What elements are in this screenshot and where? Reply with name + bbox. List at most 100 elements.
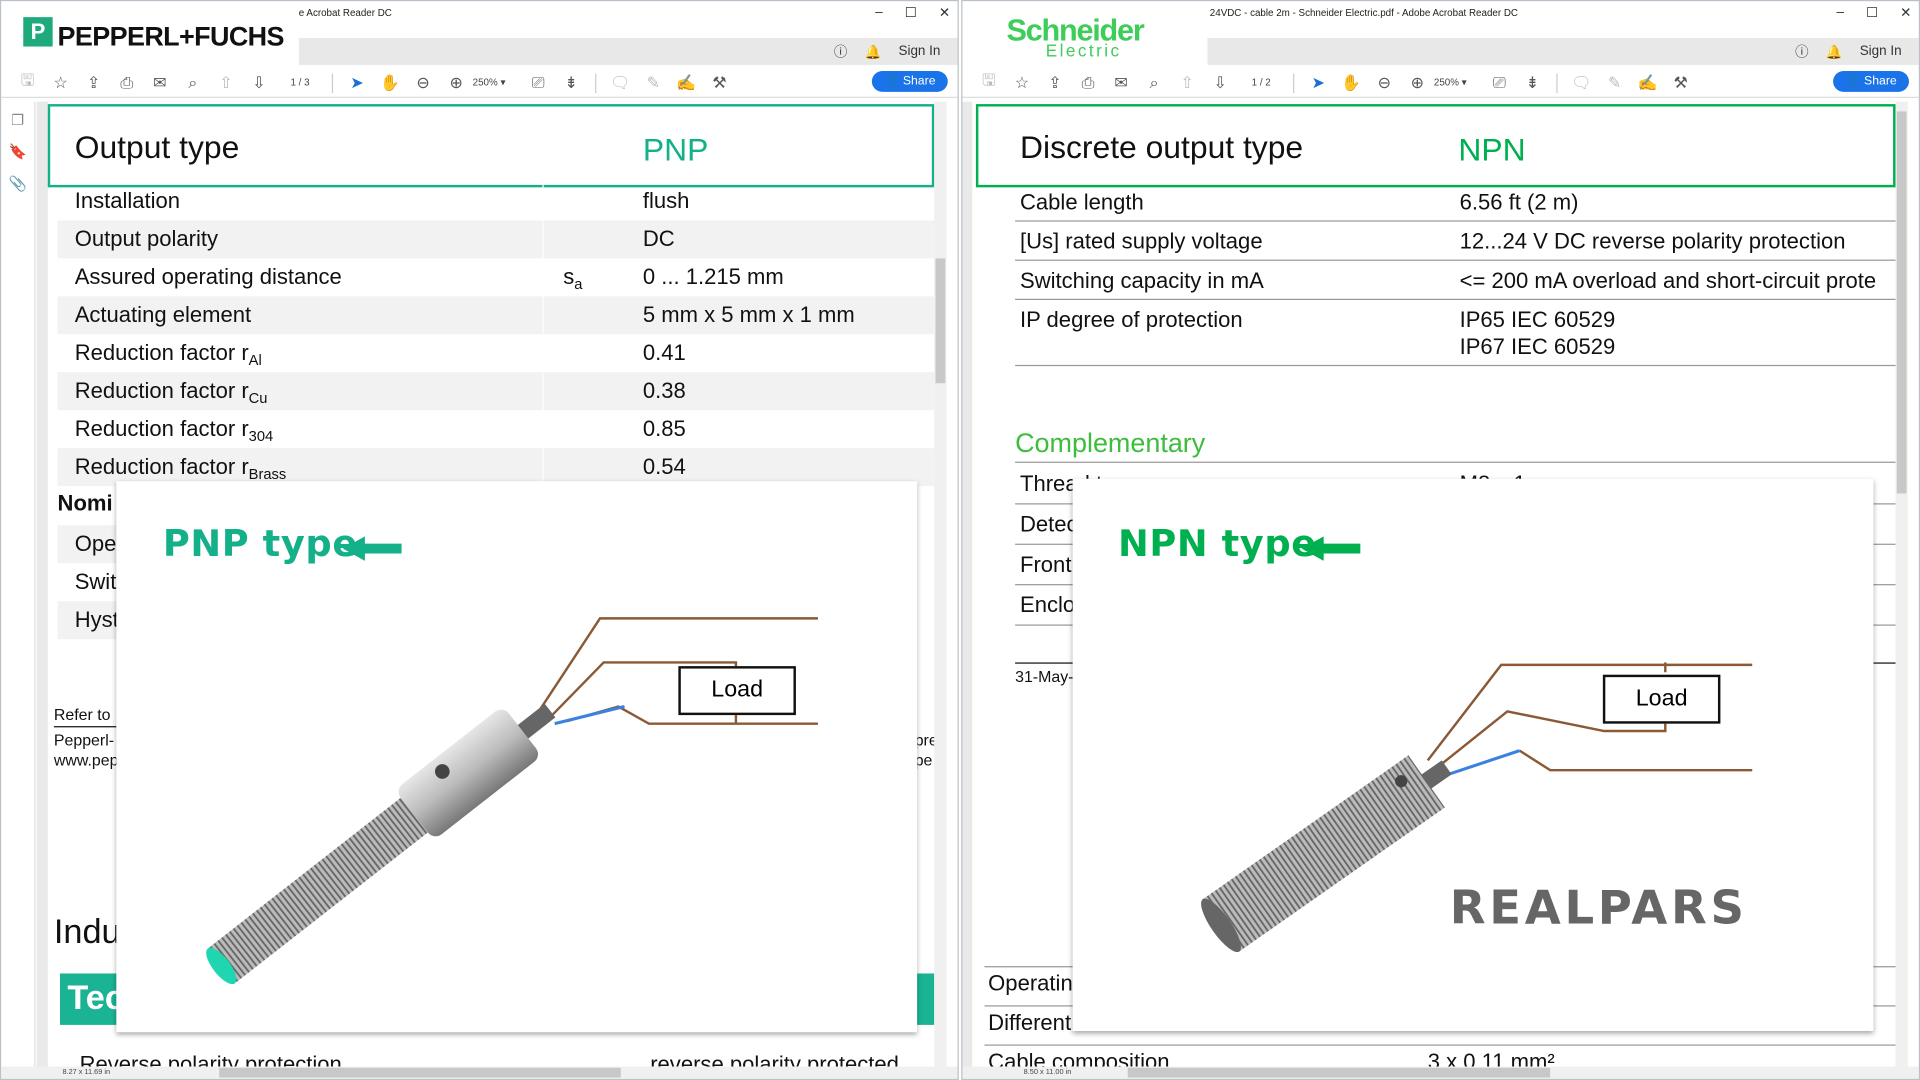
zoom-in-icon[interactable]: ⊕ [440,73,473,93]
page-current[interactable]: 1 [1252,77,1257,88]
date-text: 31-May- [1015,667,1074,686]
logo-subtext: Electric [1045,40,1122,61]
vertical-scrollbar[interactable] [1895,101,1908,1067]
divider [984,1044,1896,1046]
help-icon[interactable]: ⓘ [1795,42,1808,62]
select-cursor-icon[interactable]: ➤ [1302,73,1335,93]
row-value: DC [642,226,675,252]
email-icon[interactable]: ✉ [1104,73,1137,93]
comment-icon[interactable]: 🗨 [604,73,637,93]
search-icon[interactable]: ⌕ [1138,73,1171,93]
bookmark-icon[interactable]: 🔖 [9,143,27,160]
bell-icon[interactable]: 🔔 [1826,43,1843,60]
print-icon[interactable]: ⎙ [1071,73,1104,93]
upload-icon[interactable]: ⇪ [1038,73,1071,93]
zoom-select[interactable]: 250% ▾ [473,77,522,88]
sign-icon[interactable]: ✍ [1631,73,1664,93]
page-size: 8.27 x 11.69 in [62,1068,111,1077]
attachment-icon[interactable]: 📎 [9,175,27,192]
maximize-button[interactable]: ☐ [1866,5,1878,21]
status-bar: 8.50 x 11.00 in [962,1066,1919,1079]
fit-page-icon[interactable]: ⎚ [1483,73,1516,93]
horizontal-scroll-thumb[interactable] [219,1067,621,1078]
email-icon[interactable]: ✉ [143,73,176,93]
header-value: PNP [642,131,709,168]
divider [1293,72,1295,93]
sign-in-link[interactable]: Sign In [898,44,940,59]
company-url: www.pep [53,750,119,769]
scroll-thumb[interactable] [935,258,946,384]
minimize-button[interactable]: – [1836,5,1844,21]
page-indicator[interactable]: 1 / 2 [1237,77,1286,88]
table-row: Reduction factor r304 0.85 [58,410,935,449]
tools-icon[interactable]: ⚒ [1664,73,1697,93]
row-value: flush [642,188,690,214]
select-cursor-icon[interactable]: ➤ [340,73,373,93]
share-button[interactable]: 👤 Share [871,71,948,92]
row-label: Ope [74,531,117,556]
scroll-mode-icon[interactable]: ⇟ [1516,73,1549,93]
hand-icon[interactable]: ✋ [1335,73,1368,93]
row-value: reverse polarity protected [650,1051,899,1067]
page-indicator[interactable]: 1 / 3 [276,77,325,88]
table-row: Reduction factor rAl 0.41 [58,334,935,373]
row-value: 6.56 ft (2 m) [1459,189,1579,215]
sign-icon[interactable]: ✍ [670,73,703,93]
status-bar: 8.27 x 11.69 in [1,1066,958,1079]
bell-icon[interactable]: 🔔 [865,43,882,60]
minimize-button[interactable]: – [875,5,883,21]
row-label: Switching capacity in mA [1020,268,1264,293]
highlight-icon[interactable]: ✎ [1598,73,1631,93]
zoom-in-icon[interactable]: ⊕ [1401,73,1434,93]
page-current[interactable]: 1 [290,77,295,88]
comment-icon[interactable]: 🗨 [1565,73,1598,93]
maximize-button[interactable]: ☐ [905,5,917,21]
pf-logo-mark: P [23,17,53,47]
next-page-icon[interactable]: ⇩ [1204,73,1237,93]
pages-icon[interactable]: ❐ [11,111,24,128]
row-label: Assured operating distance [74,264,342,289]
hand-icon[interactable]: ✋ [373,73,406,93]
tools-icon[interactable]: ⚒ [703,73,736,93]
highlight-icon[interactable]: ✎ [637,73,670,93]
fit-page-icon[interactable]: ⎚ [522,73,555,93]
divider [1015,461,1896,463]
table-row: [Us] rated supply voltage 12...24 V DC re… [1015,222,1896,261]
next-page-icon[interactable]: ⇩ [242,73,275,93]
npn-sensor-drawing [1201,662,1753,953]
row-label: Reverse polarity protection [79,1051,342,1067]
toolbar: 🖫 ☆ ⇪ ⎙ ✉ ⌕ ⇧ ⇩ 1 / 3 ➤ ✋ ⊖ ⊕ 250% ▾ ⎚ ⇟ 🗨 ✎ ✍ ⚒ 👤 Sha… [1,69,958,98]
table-row: Actuating element 5 mm x 5 mm x 1 mm [57,296,935,335]
save-icon[interactable]: 🖫 [972,69,1005,96]
row-label: Operatin [988,971,1073,996]
upload-icon[interactable]: ⇪ [77,73,110,93]
close-button[interactable]: ✕ [939,5,950,21]
table-row: Cable length 6.56 ft (2 m) [1015,182,1896,222]
output-type-header: Output type PNP [47,104,935,188]
table-row: Installation flush [58,182,935,221]
zoom-out-icon[interactable]: ⊖ [1368,73,1401,93]
row-value-2: IP67 IEC 60529 [1459,334,1616,359]
load-box: Load [1602,674,1721,724]
star-icon[interactable]: ☆ [1005,73,1038,93]
divider [595,72,597,93]
search-icon[interactable]: ⌕ [176,73,209,93]
save-icon[interactable]: 🖫 [11,69,44,96]
print-icon[interactable]: ⎙ [110,73,143,93]
scroll-thumb[interactable] [1896,111,1907,494]
prev-page-icon[interactable]: ⇧ [209,73,242,93]
share-button[interactable]: 👤 Share [1833,71,1909,92]
close-button[interactable]: ✕ [1900,5,1911,21]
sign-in-link[interactable]: Sign In [1860,44,1902,59]
vertical-scrollbar[interactable] [934,101,947,1067]
row-label: Cable composition [988,1049,1170,1067]
zoom-select[interactable]: 250% ▾ [1434,77,1483,88]
logo-text: PEPPERL+FUCHS [57,20,285,52]
help-icon[interactable]: ⓘ [834,42,847,62]
divider [1556,72,1558,93]
star-icon[interactable]: ☆ [44,73,77,93]
prev-page-icon[interactable]: ⇧ [1171,73,1204,93]
zoom-out-icon[interactable]: ⊖ [407,73,440,93]
scroll-mode-icon[interactable]: ⇟ [555,73,588,93]
horizontal-scroll-thumb[interactable] [1127,1067,1551,1078]
